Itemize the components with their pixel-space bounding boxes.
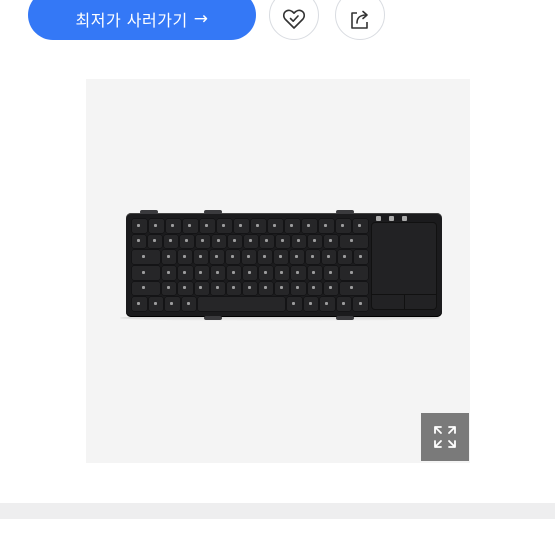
expand-arrows-icon <box>434 426 456 448</box>
hinge <box>336 316 354 320</box>
hinge <box>204 316 222 320</box>
hinge <box>204 210 222 214</box>
expand-image-button[interactable] <box>421 413 469 461</box>
folding-keyboard-image <box>126 210 442 320</box>
hinge <box>336 210 354 214</box>
arrow-right-icon: → <box>193 9 209 29</box>
touchpad <box>372 216 436 309</box>
cheapest-price-label: 최저가 사러가기 <box>75 11 188 30</box>
product-page: 최저가 사러가기 → <box>0 0 555 555</box>
cheapest-price-button[interactable]: 최저가 사러가기 → <box>28 0 256 40</box>
product-image[interactable] <box>86 79 470 463</box>
section-divider <box>0 503 555 519</box>
like-button[interactable] <box>269 0 319 40</box>
heart-check-icon <box>282 9 306 29</box>
hinge <box>140 210 158 214</box>
share-button[interactable] <box>335 0 385 40</box>
share-arrow-icon <box>351 10 368 29</box>
keyboard-keys <box>132 219 369 311</box>
